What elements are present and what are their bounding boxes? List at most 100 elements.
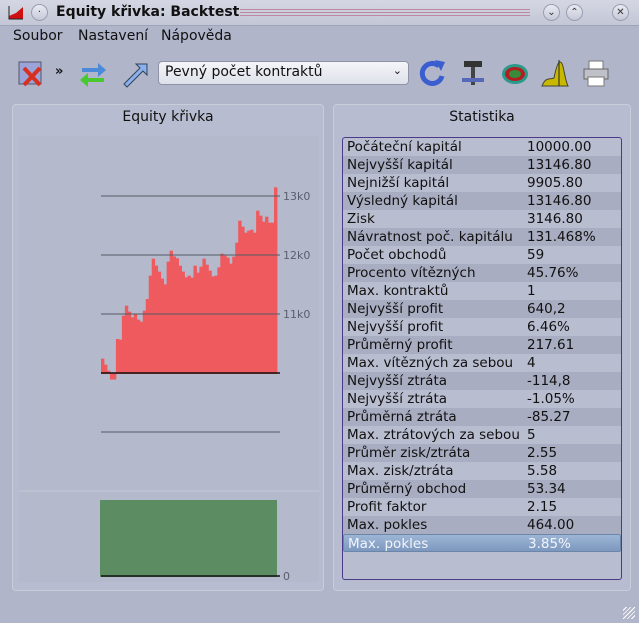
stats-table[interactable]: Počáteční kapitál 10000.00 Nejvyšší kapitá…: [342, 137, 622, 580]
toolbar-overflow[interactable]: »: [55, 64, 63, 79]
stats-row[interactable]: Zisk 3146.80: [343, 210, 621, 228]
stat-label: Nejvyšší kapitál: [347, 157, 453, 173]
stat-value: 45.76%: [527, 265, 579, 281]
refresh-icon[interactable]: [417, 58, 447, 88]
equity-bar: [214, 275, 218, 374]
app-chart-icon: [8, 6, 23, 20]
stat-label: Profit faktor: [347, 499, 427, 515]
stat-label: Nejnižší kapitál: [347, 175, 450, 191]
equity-bar: [268, 222, 272, 374]
drawdown-tick-label: 0: [283, 570, 290, 582]
equity-bar: [130, 317, 135, 374]
stat-value: 13146.80: [527, 193, 592, 209]
stats-row[interactable]: Nejnižší kapitál 9905.80: [343, 174, 621, 192]
stat-value: 1: [527, 283, 536, 299]
stat-value: 59: [527, 247, 545, 263]
position-sizing-select[interactable]: Pevný počet kontraktů ⌄: [158, 61, 409, 85]
stat-label: Max. pokles: [348, 536, 429, 552]
menu-napoveda[interactable]: Nápověda: [161, 28, 232, 44]
menu-soubor[interactable]: Soubor: [13, 28, 63, 44]
equity-bar: [112, 373, 117, 380]
equity-bar: [148, 275, 153, 374]
equity-bar: [205, 264, 209, 374]
close-button[interactable]: ✕: [612, 4, 629, 21]
minimize-button[interactable]: ⌄: [543, 4, 560, 21]
close-window-icon[interactable]: [16, 58, 46, 88]
stat-label: Max. pokles: [347, 517, 428, 533]
menu-nastaveni[interactable]: Nastavení: [78, 28, 148, 44]
position-sizing-value: Pevný počet kontraktů: [165, 64, 323, 80]
stats-row[interactable]: Nejvyšší kapitál 13146.80: [343, 156, 621, 174]
equity-bar: [142, 310, 147, 374]
equity-chart-svg: 11k0 12k0 13k0 0: [19, 187, 319, 583]
equity-bar: [166, 261, 171, 374]
stats-panel: Statistika Počáteční kapitál 10000.00 Nejv…: [333, 104, 631, 591]
stat-label: Průměrný obchod: [347, 481, 467, 497]
equity-bar: [124, 305, 129, 374]
stats-row[interactable]: Návratnost poč. kapitálu 131.468%: [343, 228, 621, 246]
equity-panel-title: Equity křivka: [122, 109, 214, 125]
stats-row[interactable]: Průměrný profit 217.61: [343, 336, 621, 354]
equity-bar: [217, 267, 221, 374]
equity-bar: [133, 314, 138, 374]
equity-bar: [163, 284, 168, 374]
stat-value: 5.58: [527, 463, 558, 479]
stats-row[interactable]: Nejvyšší ztráta -1.05%: [343, 390, 621, 408]
stats-row[interactable]: Nejvyšší profit 6.46%: [343, 318, 621, 336]
stat-label: Zisk: [347, 211, 375, 227]
maximize-button[interactable]: ⌃: [566, 4, 583, 21]
equity-bar: [250, 229, 254, 374]
stats-row[interactable]: Max. pokles 3.85%: [343, 534, 621, 552]
stats-row[interactable]: Nejvyšší ztráta -114,8: [343, 372, 621, 390]
equity-bar: [256, 210, 260, 374]
chevron-down-icon: ⌄: [392, 64, 402, 77]
equity-bar: [244, 232, 248, 374]
title-decoration: [240, 9, 530, 18]
tools-icon[interactable]: [458, 58, 488, 88]
stats-row[interactable]: Průměr zisk/ztráta 2.55: [343, 444, 621, 462]
equity-bar: [184, 277, 188, 374]
equity-bar: [101, 358, 105, 374]
stats-row[interactable]: Výsledný kapitál 13146.80: [343, 192, 621, 210]
equity-bar: [229, 263, 233, 374]
stats-row[interactable]: Max. kontraktů 1: [343, 282, 621, 300]
stat-value: 2.15: [527, 499, 558, 515]
equity-bar: [265, 216, 269, 374]
equity-bar: [187, 275, 191, 374]
stats-row[interactable]: Max. ztrátových za sebou 5: [343, 426, 621, 444]
stats-row[interactable]: Průměrná ztráta -85.27: [343, 408, 621, 426]
stats-row[interactable]: Max. zisk/ztráta 5.58: [343, 462, 621, 480]
stats-row[interactable]: Procento vítězných 45.76%: [343, 264, 621, 282]
swap-arrows-icon[interactable]: [78, 58, 108, 88]
equity-bar: [109, 373, 114, 380]
equity-bar: [181, 271, 185, 374]
stat-label: Průměrný profit: [347, 337, 453, 353]
window-menu-button[interactable]: ·: [31, 4, 48, 21]
equity-bar: [253, 232, 257, 374]
equity-bar: [241, 226, 245, 374]
stats-row[interactable]: Nejvyšší profit 640,2: [343, 300, 621, 318]
stats-row[interactable]: Počáteční kapitál 10000.00: [343, 138, 621, 156]
stats-row[interactable]: Max. pokles 464.00: [343, 516, 621, 534]
equity-bar: [139, 321, 144, 374]
print-icon[interactable]: [581, 58, 611, 88]
roulette-icon[interactable]: [500, 58, 530, 88]
stat-value: -85.27: [527, 409, 571, 425]
stats-row[interactable]: Průměrný obchod 53.34: [343, 480, 621, 498]
equity-bar: [202, 258, 206, 374]
distribution-chart-icon[interactable]: [540, 58, 570, 88]
stats-row[interactable]: Max. vítězných za sebou 4: [343, 354, 621, 372]
stat-label: Průměrná ztráta: [347, 409, 457, 425]
resize-grip[interactable]: [623, 607, 635, 619]
stat-value: -114,8: [527, 373, 571, 389]
stat-label: Průměr zisk/ztráta: [347, 445, 471, 461]
stats-row[interactable]: Počet obchodů 59: [343, 246, 621, 264]
equity-bar: [238, 220, 242, 374]
window-title: Equity křivka: Backtest: [56, 4, 240, 20]
stat-label: Výsledný kapitál: [347, 193, 458, 209]
arrow-up-right-icon[interactable]: [120, 58, 150, 88]
equity-bar: [115, 339, 120, 374]
equity-bar: [127, 311, 132, 374]
stats-row[interactable]: Profit faktor 2.15: [343, 498, 621, 516]
stat-value: 2.55: [527, 445, 558, 461]
